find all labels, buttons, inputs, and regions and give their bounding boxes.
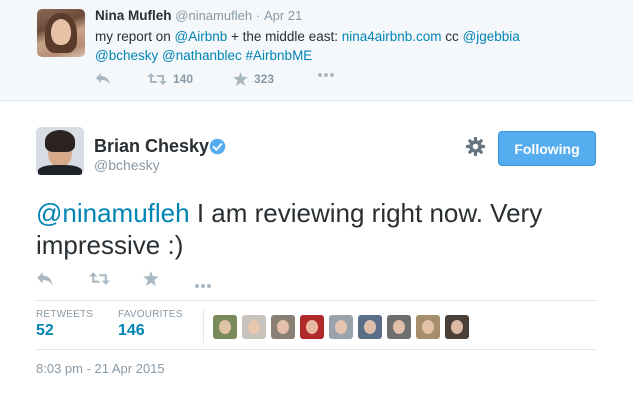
mention-ninamufleh[interactable]: @ninamufleh [36,198,190,228]
parent-reply-button[interactable] [95,72,111,86]
tweet-timestamp[interactable]: 8:03 pm - 21 Apr 2015 [36,361,165,376]
parent-tweet-time[interactable]: Apr 21 [264,8,302,23]
divider [203,309,204,343]
hashtag-airbnbme[interactable]: #AirbnbME [246,48,313,63]
mention-airbnb[interactable]: @Airbnb [175,29,228,44]
parent-more-button[interactable] [317,72,335,78]
favourites-count: 146 [118,322,145,339]
more-icon [195,284,211,288]
link-nina4airbnb[interactable]: nina4airbnb.com [342,29,442,44]
separator: · [255,8,261,23]
reply-icon [37,272,53,286]
more-button[interactable] [193,276,213,294]
favourites-label: FAVOURITES [118,309,183,320]
parent-tweet-text: my report on @Airbnb + the middle east: … [95,27,605,65]
retweets-label: RETWEETS [36,309,94,320]
parent-favorite-button[interactable]: 323 [233,72,274,86]
nina-avatar[interactable] [37,9,85,57]
favoriter-avatar[interactable] [213,315,237,339]
retweet-icon [89,272,110,285]
favoriter-avatar[interactable] [271,315,295,339]
retweet-icon [147,73,167,85]
favorite-icon [233,72,248,86]
favoriter-avatar[interactable] [387,315,411,339]
retweets-stat[interactable]: RETWEETS 52 [36,309,93,340]
mention-bchesky[interactable]: @bchesky [95,48,158,63]
parent-tweet[interactable]: Nina Mufleh @ninamufleh · Apr 21 my repo… [0,0,633,101]
brian-avatar[interactable] [36,127,84,175]
reply-icon [96,73,110,85]
parent-tweet-header: Nina Mufleh @ninamufleh · Apr 21 [95,8,302,23]
parent-author-handle[interactable]: @ninamufleh [175,8,252,23]
more-icon [318,73,334,77]
retweet-button[interactable] [89,271,110,291]
retweets-count: 52 [36,322,54,339]
reply-button[interactable] [36,271,54,292]
mention-jgebbia[interactable]: @jgebbia [463,29,520,44]
mention-nathanblec[interactable]: @nathanblec [162,48,242,63]
favoriter-avatar[interactable] [242,315,266,339]
following-button[interactable]: Following [498,131,596,166]
favoriter-avatar[interactable] [445,315,469,339]
parent-retweet-button[interactable]: 140 [147,72,193,86]
favorite-button[interactable] [143,271,159,291]
favoriter-avatar[interactable] [329,315,353,339]
author-handle[interactable]: @bchesky [94,157,160,173]
text: cc [441,29,463,44]
verified-badge-icon [209,138,226,155]
text: + the middle east: [227,29,342,44]
favorite-icon [143,271,159,286]
tweet-stats: RETWEETS 52 FAVOURITES 146 [36,300,596,350]
gear-icon[interactable] [466,137,485,156]
parent-author-name[interactable]: Nina Mufleh [95,8,172,23]
parent-favorite-count: 323 [254,72,275,86]
favoriter-avatars [213,315,469,339]
favoriter-avatar[interactable] [416,315,440,339]
text: my report on [95,29,175,44]
tweet-text: @ninamufleh I am reviewing right now. Ve… [36,197,596,261]
favoriter-avatar[interactable] [300,315,324,339]
author-name[interactable]: Brian Chesky [94,136,209,157]
favourites-stat[interactable]: FAVOURITES 146 [118,309,183,340]
parent-retweet-count: 140 [173,72,194,86]
favoriter-avatar[interactable] [358,315,382,339]
